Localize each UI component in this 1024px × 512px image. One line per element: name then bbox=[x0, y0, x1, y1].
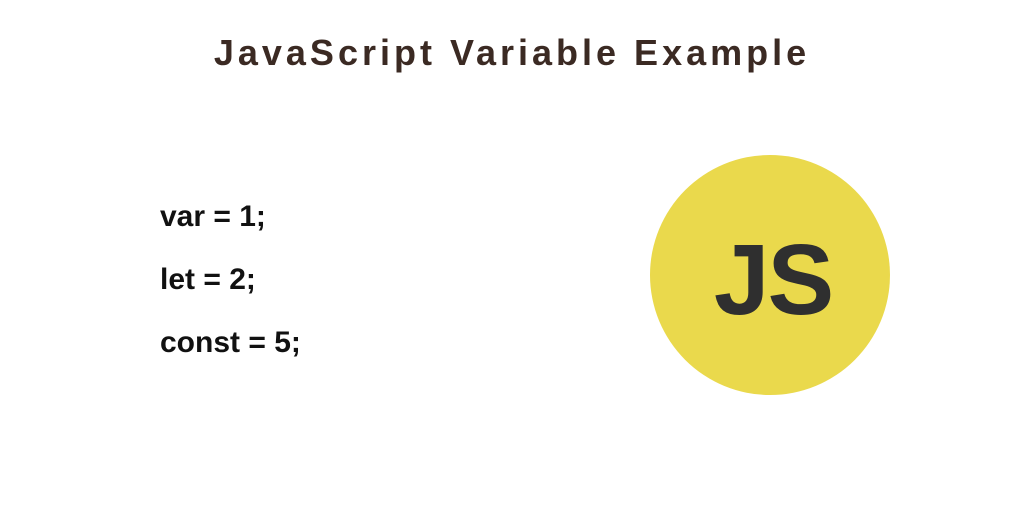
code-example-block: var = 1; let = 2; const = 5; bbox=[160, 185, 301, 374]
code-line: var = 1; bbox=[160, 185, 301, 248]
code-line: const = 5; bbox=[160, 311, 301, 374]
page-title: JavaScript Variable Example bbox=[0, 32, 1024, 74]
code-line: let = 2; bbox=[160, 248, 301, 311]
javascript-logo-text: JS bbox=[714, 223, 832, 338]
javascript-logo-icon: JS bbox=[650, 155, 890, 395]
